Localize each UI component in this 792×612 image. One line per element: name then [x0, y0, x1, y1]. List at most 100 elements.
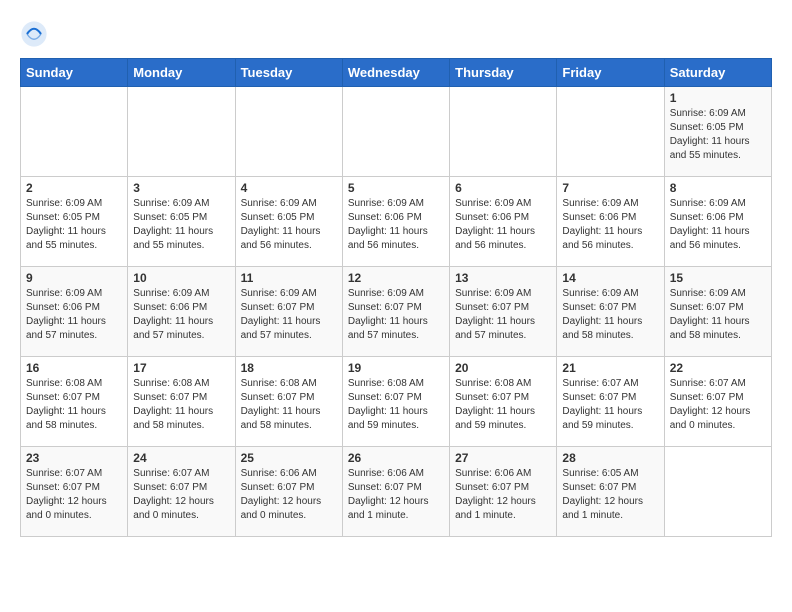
day-number: 26: [348, 451, 444, 465]
day-cell: 20 Sunrise: 6:08 AM Sunset: 6:07 PM Dayli…: [450, 357, 557, 447]
day-number: 9: [26, 271, 122, 285]
weekday-header-wednesday: Wednesday: [342, 59, 449, 87]
day-info: Sunrise: 6:08 AM Sunset: 6:07 PM Dayligh…: [133, 377, 229, 433]
day-info: Sunrise: 6:08 AM Sunset: 6:07 PM Dayligh…: [348, 377, 444, 433]
day-cell: 13 Sunrise: 6:09 AM Sunset: 6:07 PM Dayli…: [450, 267, 557, 357]
day-cell: 14 Sunrise: 6:09 AM Sunset: 6:07 PM Dayli…: [557, 267, 664, 357]
day-info: Sunrise: 6:06 AM Sunset: 6:07 PM Dayligh…: [241, 467, 337, 523]
day-cell: 23Sunrise: 6:07 AM Sunset: 6:07 PM Dayli…: [21, 447, 128, 537]
day-cell: 16 Sunrise: 6:08 AM Sunset: 6:07 PM Dayli…: [21, 357, 128, 447]
day-number: 6: [455, 181, 551, 195]
weekday-header-sunday: Sunday: [21, 59, 128, 87]
day-cell: 24Sunrise: 6:07 AM Sunset: 6:07 PM Dayli…: [128, 447, 235, 537]
day-cell: 8 Sunrise: 6:09 AM Sunset: 6:06 PM Daylig…: [664, 177, 771, 267]
day-number: 27: [455, 451, 551, 465]
day-info: Sunrise: 6:08 AM Sunset: 6:07 PM Dayligh…: [455, 377, 551, 433]
week-row-4: 16 Sunrise: 6:08 AM Sunset: 6:07 PM Dayli…: [21, 357, 772, 447]
day-info: Sunrise: 6:06 AM Sunset: 6:07 PM Dayligh…: [455, 467, 551, 523]
day-info: Sunrise: 6:08 AM Sunset: 6:07 PM Dayligh…: [241, 377, 337, 433]
day-info: Sunrise: 6:09 AM Sunset: 6:07 PM Dayligh…: [455, 287, 551, 343]
day-cell: 7 Sunrise: 6:09 AM Sunset: 6:06 PM Daylig…: [557, 177, 664, 267]
weekday-header-monday: Monday: [128, 59, 235, 87]
day-number: 28: [562, 451, 658, 465]
week-row-2: 2 Sunrise: 6:09 AM Sunset: 6:05 PM Daylig…: [21, 177, 772, 267]
day-number: 7: [562, 181, 658, 195]
day-info: Sunrise: 6:09 AM Sunset: 6:05 PM Dayligh…: [26, 197, 122, 253]
calendar-header: SundayMondayTuesdayWednesdayThursdayFrid…: [21, 59, 772, 87]
day-cell: 17 Sunrise: 6:08 AM Sunset: 6:07 PM Dayli…: [128, 357, 235, 447]
day-info: Sunrise: 6:05 AM Sunset: 6:07 PM Dayligh…: [562, 467, 658, 523]
week-row-3: 9 Sunrise: 6:09 AM Sunset: 6:06 PM Daylig…: [21, 267, 772, 357]
day-cell: 9 Sunrise: 6:09 AM Sunset: 6:06 PM Daylig…: [21, 267, 128, 357]
day-info: Sunrise: 6:09 AM Sunset: 6:07 PM Dayligh…: [670, 287, 766, 343]
day-number: 20: [455, 361, 551, 375]
day-number: 11: [241, 271, 337, 285]
day-info: Sunrise: 6:09 AM Sunset: 6:06 PM Dayligh…: [348, 197, 444, 253]
day-info: Sunrise: 6:09 AM Sunset: 6:05 PM Dayligh…: [670, 107, 766, 163]
day-info: Sunrise: 6:09 AM Sunset: 6:07 PM Dayligh…: [562, 287, 658, 343]
day-info: Sunrise: 6:09 AM Sunset: 6:05 PM Dayligh…: [241, 197, 337, 253]
day-number: 4: [241, 181, 337, 195]
day-number: 8: [670, 181, 766, 195]
day-info: Sunrise: 6:09 AM Sunset: 6:06 PM Dayligh…: [562, 197, 658, 253]
day-info: Sunrise: 6:07 AM Sunset: 6:07 PM Dayligh…: [670, 377, 766, 433]
day-number: 5: [348, 181, 444, 195]
day-cell: 22 Sunrise: 6:07 AM Sunset: 6:07 PM Dayli…: [664, 357, 771, 447]
day-cell: 28 Sunrise: 6:05 AM Sunset: 6:07 PM Dayli…: [557, 447, 664, 537]
week-row-5: 23Sunrise: 6:07 AM Sunset: 6:07 PM Dayli…: [21, 447, 772, 537]
day-cell: [235, 87, 342, 177]
calendar-table: SundayMondayTuesdayWednesdayThursdayFrid…: [20, 58, 772, 537]
day-number: 16: [26, 361, 122, 375]
day-number: 10: [133, 271, 229, 285]
day-cell: 12 Sunrise: 6:09 AM Sunset: 6:07 PM Dayli…: [342, 267, 449, 357]
day-cell: 21 Sunrise: 6:07 AM Sunset: 6:07 PM Dayli…: [557, 357, 664, 447]
day-number: 1: [670, 91, 766, 105]
day-number: 2: [26, 181, 122, 195]
day-number: 13: [455, 271, 551, 285]
weekday-header-tuesday: Tuesday: [235, 59, 342, 87]
day-cell: 19 Sunrise: 6:08 AM Sunset: 6:07 PM Dayli…: [342, 357, 449, 447]
page-header: [20, 20, 772, 48]
day-info: Sunrise: 6:09 AM Sunset: 6:06 PM Dayligh…: [133, 287, 229, 343]
day-number: 18: [241, 361, 337, 375]
day-cell: 5 Sunrise: 6:09 AM Sunset: 6:06 PM Daylig…: [342, 177, 449, 267]
day-number: 17: [133, 361, 229, 375]
day-info: Sunrise: 6:09 AM Sunset: 6:06 PM Dayligh…: [26, 287, 122, 343]
day-cell: [21, 87, 128, 177]
day-number: 3: [133, 181, 229, 195]
day-cell: 18 Sunrise: 6:08 AM Sunset: 6:07 PM Dayli…: [235, 357, 342, 447]
day-info: Sunrise: 6:07 AM Sunset: 6:07 PM Dayligh…: [26, 467, 122, 523]
day-cell: 4 Sunrise: 6:09 AM Sunset: 6:05 PM Daylig…: [235, 177, 342, 267]
weekday-header-friday: Friday: [557, 59, 664, 87]
day-number: 14: [562, 271, 658, 285]
day-cell: 6 Sunrise: 6:09 AM Sunset: 6:06 PM Daylig…: [450, 177, 557, 267]
logo: [20, 20, 50, 48]
day-cell: 11 Sunrise: 6:09 AM Sunset: 6:07 PM Dayli…: [235, 267, 342, 357]
week-row-1: 1 Sunrise: 6:09 AM Sunset: 6:05 PM Daylig…: [21, 87, 772, 177]
day-number: 25: [241, 451, 337, 465]
day-info: Sunrise: 6:06 AM Sunset: 6:07 PM Dayligh…: [348, 467, 444, 523]
weekday-header-saturday: Saturday: [664, 59, 771, 87]
day-info: Sunrise: 6:09 AM Sunset: 6:07 PM Dayligh…: [348, 287, 444, 343]
day-number: 19: [348, 361, 444, 375]
day-info: Sunrise: 6:09 AM Sunset: 6:06 PM Dayligh…: [455, 197, 551, 253]
day-info: Sunrise: 6:09 AM Sunset: 6:06 PM Dayligh…: [670, 197, 766, 253]
calendar-body: 1 Sunrise: 6:09 AM Sunset: 6:05 PM Daylig…: [21, 87, 772, 537]
day-info: Sunrise: 6:09 AM Sunset: 6:05 PM Dayligh…: [133, 197, 229, 253]
day-cell: [664, 447, 771, 537]
day-cell: [342, 87, 449, 177]
day-info: Sunrise: 6:09 AM Sunset: 6:07 PM Dayligh…: [241, 287, 337, 343]
day-number: 22: [670, 361, 766, 375]
day-number: 12: [348, 271, 444, 285]
day-info: Sunrise: 6:08 AM Sunset: 6:07 PM Dayligh…: [26, 377, 122, 433]
weekday-header-thursday: Thursday: [450, 59, 557, 87]
day-info: Sunrise: 6:07 AM Sunset: 6:07 PM Dayligh…: [562, 377, 658, 433]
day-cell: [450, 87, 557, 177]
day-cell: 25 Sunrise: 6:06 AM Sunset: 6:07 PM Dayli…: [235, 447, 342, 537]
day-cell: 3 Sunrise: 6:09 AM Sunset: 6:05 PM Daylig…: [128, 177, 235, 267]
day-cell: 1 Sunrise: 6:09 AM Sunset: 6:05 PM Daylig…: [664, 87, 771, 177]
day-cell: [557, 87, 664, 177]
day-number: 21: [562, 361, 658, 375]
day-cell: 2 Sunrise: 6:09 AM Sunset: 6:05 PM Daylig…: [21, 177, 128, 267]
day-cell: 15Sunrise: 6:09 AM Sunset: 6:07 PM Dayli…: [664, 267, 771, 357]
